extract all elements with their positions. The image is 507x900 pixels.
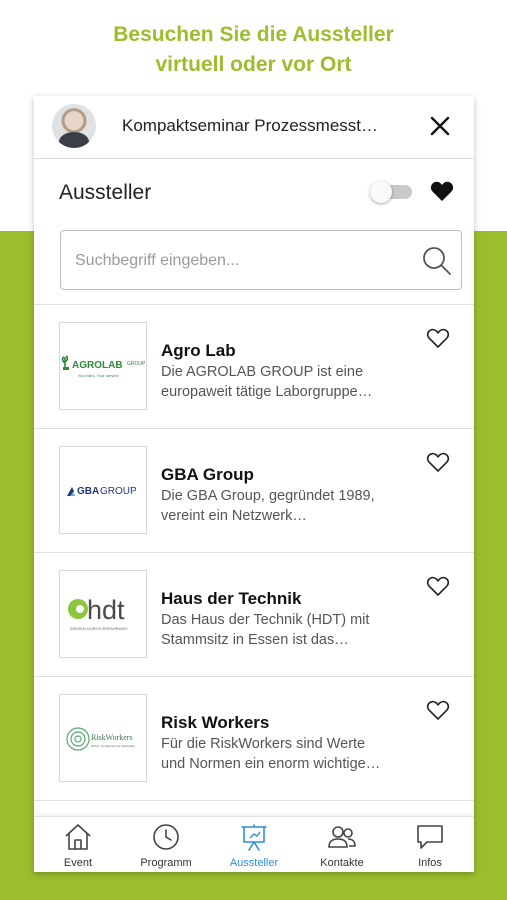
nav-infos[interactable]: Infos: [386, 817, 474, 872]
exhibitor-description: Das Haus der Technik (HDT) mit Stammsitz…: [161, 612, 370, 648]
list-item[interactable]: GBA GROUP GBA Group Die GBA Group, gegrü…: [34, 428, 474, 552]
agrolab-logo-suffix: GROUP: [127, 361, 146, 367]
search-icon[interactable]: [421, 245, 453, 277]
bottom-nav: Event Programm Aussteller Kontakte Infos: [34, 816, 474, 872]
nav-programm[interactable]: Programm: [122, 817, 210, 872]
nav-label: Programm: [140, 857, 192, 869]
heart-outline-icon[interactable]: [426, 575, 450, 597]
riskworkers-logo: RiskWorkers Sicher. Im Wert für die Sich…: [59, 694, 147, 782]
nav-label: Aussteller: [229, 857, 279, 869]
presentation-icon: [241, 824, 267, 851]
promo-heading: Besuchen Sie die Aussteller virtuell ode…: [0, 20, 507, 80]
clock-icon: [153, 824, 179, 850]
nav-aussteller[interactable]: Aussteller: [210, 817, 298, 872]
event-title: Kompaktseminar Prozessmesst…: [122, 116, 379, 135]
agrolab-logo-tagline: Your labs. Your service.: [78, 373, 120, 378]
close-icon[interactable]: [426, 112, 454, 140]
exhibitor-description: Für die RiskWorkers sind Werte und Norme…: [161, 736, 381, 772]
hdt-logo-text: hdt: [87, 595, 125, 625]
promo-line-2: virtuell oder vor Ort: [155, 53, 352, 76]
search-input[interactable]: [73, 245, 407, 277]
nav-event[interactable]: Event: [34, 817, 122, 872]
toggle-knob: [370, 181, 392, 203]
nav-label: Event: [63, 857, 93, 869]
avatar[interactable]: [52, 104, 96, 148]
hdt-logo-tagline: WISSEN DURCH ERFAHRUNG: [70, 626, 128, 631]
nav-label: Infos: [418, 857, 442, 869]
exhibitor-name: GBA Group: [161, 465, 254, 484]
exhibitor-name: Haus der Technik: [161, 589, 302, 608]
list-item[interactable]: AGROLAB GROUP Your labs. Your service. A…: [34, 304, 474, 428]
exhibitor-list: AGROLAB GROUP Your labs. Your service. A…: [34, 304, 474, 872]
section-header: Aussteller: [34, 159, 474, 225]
exhibitor-name: Risk Workers: [161, 713, 270, 732]
riskworkers-logo-tagline: Sicher. Im Wert für die Sicherheit: [91, 744, 135, 748]
gba-logo-suffix: GROUP: [100, 486, 137, 497]
exhibitor-description: Die AGROLAB GROUP ist eine europaweit tä…: [161, 364, 373, 400]
list-item[interactable]: RiskWorkers Sicher. Im Wert für die Sich…: [34, 676, 474, 800]
promo-line-1: Besuchen Sie die Aussteller: [113, 23, 394, 46]
riskworkers-logo-text: RiskWorkers: [91, 733, 133, 742]
chat-icon: [417, 825, 443, 849]
exhibitor-name: Agro Lab: [161, 341, 236, 360]
heart-outline-icon[interactable]: [426, 699, 450, 721]
contacts-icon: [328, 826, 356, 848]
list-item[interactable]: hdt WISSEN DURCH ERFAHRUNG Haus der Tech…: [34, 552, 474, 676]
app-screen: Kompaktseminar Prozessmesst… Aussteller: [34, 96, 474, 872]
search-box: [60, 230, 462, 290]
home-icon: [65, 824, 91, 850]
gba-logo-text: GBA: [77, 486, 100, 497]
heart-outline-icon[interactable]: [426, 451, 450, 473]
gba-logo: GBA GROUP: [59, 446, 147, 534]
exhibitor-description: Die GBA Group, gegründet 1989, vereint e…: [161, 488, 375, 524]
agrolab-logo-text: AGROLAB: [72, 360, 123, 371]
nav-kontakte[interactable]: Kontakte: [298, 817, 386, 872]
heart-outline-icon[interactable]: [426, 327, 450, 349]
page-title: Aussteller: [59, 181, 152, 204]
agrolab-logo: AGROLAB GROUP Your labs. Your service.: [59, 322, 147, 410]
nav-label: Kontakte: [320, 857, 364, 869]
heart-filled-icon[interactable]: [430, 180, 454, 202]
hdt-logo: hdt WISSEN DURCH ERFAHRUNG: [59, 570, 147, 658]
favorites-toggle[interactable]: [370, 181, 412, 203]
top-bar: Kompaktseminar Prozessmesst…: [34, 96, 474, 159]
